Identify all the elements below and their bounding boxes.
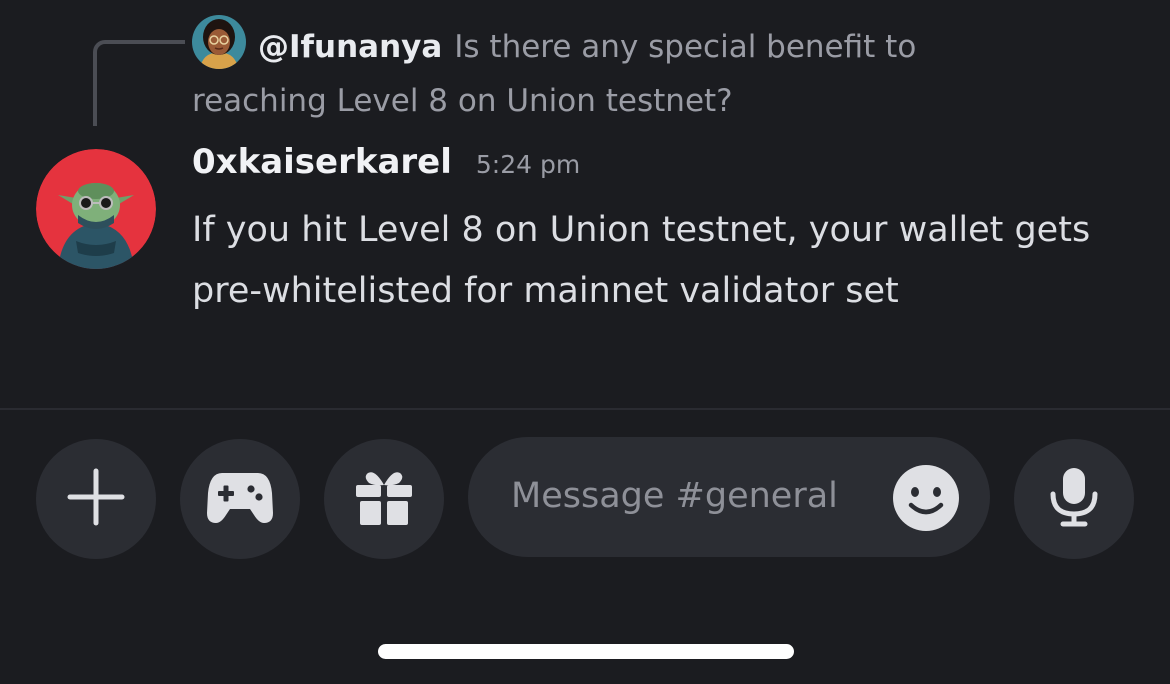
gamepad-icon <box>206 469 274 529</box>
message-author-name[interactable]: 0xkaiserkarel <box>192 142 452 182</box>
microphone-icon <box>1048 466 1100 532</box>
message-input[interactable]: Message #general <box>468 437 990 557</box>
message-timestamp: 5:24 pm <box>475 150 581 179</box>
activities-button[interactable] <box>180 439 300 559</box>
reply-preview[interactable]: @Ifunanya Is there any special benefit to… <box>192 20 1032 128</box>
message-body: If you hit Level 8 on Union testnet, you… <box>192 210 1091 311</box>
add-attachment-button[interactable] <box>36 439 156 559</box>
reply-connector-line <box>93 40 185 126</box>
composer-divider <box>0 408 1170 410</box>
plus-icon <box>64 465 128 533</box>
gift-button[interactable] <box>324 439 444 559</box>
home-indicator[interactable] <box>378 644 794 659</box>
message-input-placeholder: Message #general <box>511 476 838 516</box>
message-author-avatar[interactable] <box>36 149 156 269</box>
emoji-button[interactable] <box>893 465 959 531</box>
gift-icon <box>353 467 415 531</box>
reply-author-name[interactable]: @Ifunanya <box>258 29 442 65</box>
voice-message-button[interactable] <box>1014 439 1134 559</box>
emoji-icon <box>893 465 959 531</box>
message-header: 0xkaiserkarel 5:24 pm <box>192 142 580 198</box>
